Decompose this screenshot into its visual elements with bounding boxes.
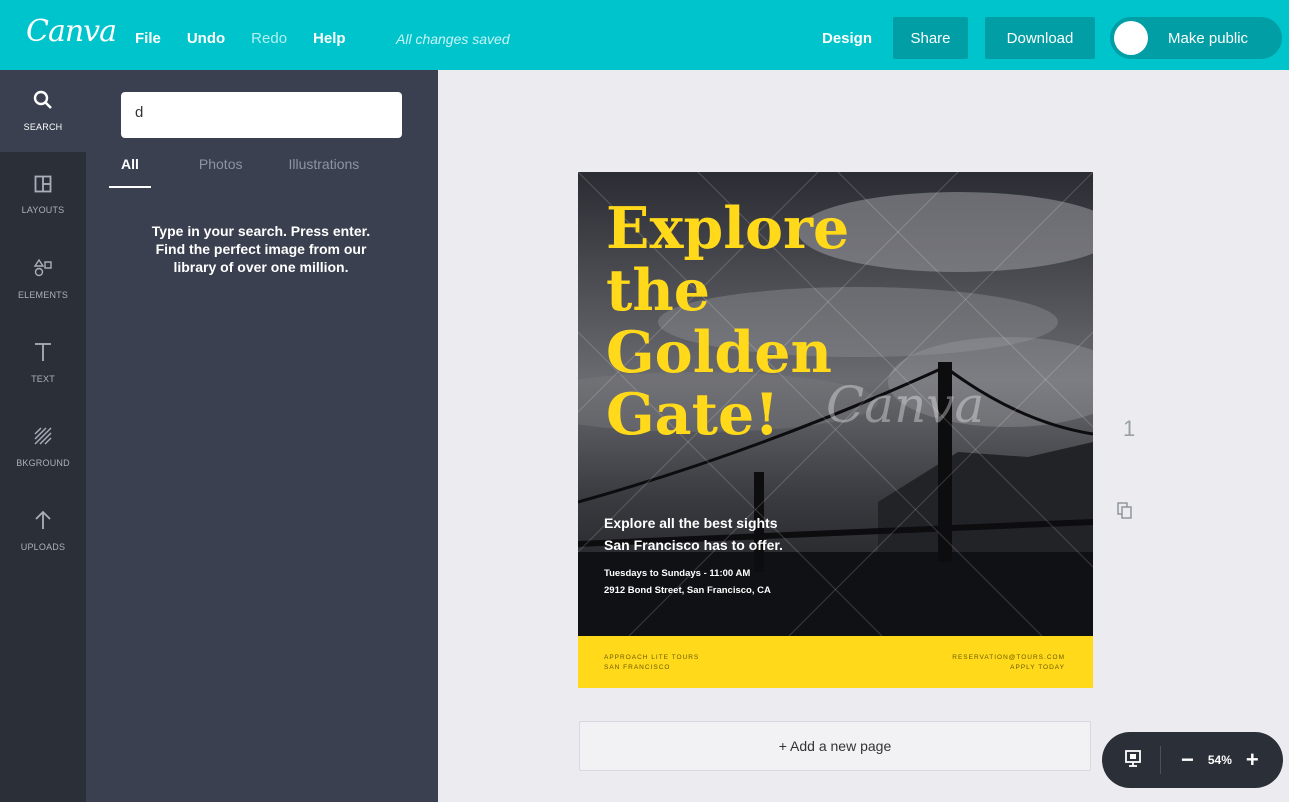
present-icon[interactable] (1124, 749, 1142, 772)
design-footer-strip[interactable]: APPROACH LITE TOURS SAN FRANCISCO RESERV… (578, 636, 1093, 688)
headline-line: the (606, 257, 711, 324)
search-panel: d All Photos Illustrations Type in your … (86, 70, 438, 802)
text-icon (34, 342, 52, 368)
footer-left-text: APPROACH LITE TOURS SAN FRANCISCO (604, 653, 699, 673)
subtitle-line: San Francisco has to offer. (604, 537, 783, 553)
search-input[interactable]: d (121, 92, 402, 138)
toggle-knob (1114, 21, 1148, 55)
zoom-out-button[interactable]: − (1181, 747, 1194, 773)
footer-line: SAN FRANCISCO (604, 664, 671, 671)
duplicate-page-icon[interactable] (1117, 502, 1133, 525)
make-public-label: Make public (1168, 29, 1249, 47)
main-menu: File Undo Redo Help (135, 30, 372, 47)
details-line: Tuesdays to Sundays - 11:00 AM (604, 568, 751, 579)
rail-label: SEARCH (23, 122, 63, 132)
add-page-button[interactable]: + Add a new page (579, 721, 1091, 771)
rail-label: TEXT (31, 374, 55, 384)
search-hint: Type in your search. Press enter. Find t… (151, 223, 371, 275)
footer-line: APPLY TODAY (1010, 664, 1065, 671)
layouts-icon (34, 175, 52, 199)
search-tabs: All Photos Illustrations (109, 156, 359, 188)
share-button[interactable]: Share (893, 17, 968, 59)
design-subtitle[interactable]: Explore all the best sights San Francisc… (604, 512, 783, 556)
search-icon (33, 90, 53, 116)
rail-item-uploads[interactable]: UPLOADS (0, 490, 86, 572)
details-line: 2912 Bond Street, San Francisco, CA (604, 585, 771, 596)
rail-item-background[interactable]: BKGROUND (0, 406, 86, 488)
headline-line: Golden (606, 319, 832, 386)
tab-photos[interactable]: Photos (199, 156, 243, 188)
file-menu[interactable]: File (135, 30, 161, 47)
side-rail: SEARCH LAYOUTS ELEMENTS TEXT BKGROUND UP… (0, 70, 86, 802)
help-menu[interactable]: Help (313, 30, 346, 47)
background-icon (33, 426, 53, 452)
tab-illustrations[interactable]: Illustrations (288, 156, 359, 188)
make-public-toggle[interactable]: Make public (1110, 17, 1282, 59)
footer-line: APPROACH LITE TOURS (604, 654, 700, 661)
design-canvas[interactable]: Explore the Golden Gate! Canva Explore a… (578, 172, 1093, 688)
tab-all[interactable]: All (109, 156, 151, 188)
rail-item-search[interactable]: SEARCH (0, 70, 86, 152)
elements-icon (33, 258, 53, 284)
design-headline[interactable]: Explore the Golden Gate! (606, 198, 849, 446)
rail-label: UPLOADS (20, 542, 66, 552)
redo-button[interactable]: Redo (251, 30, 287, 47)
headline-line: Gate! (606, 381, 780, 448)
page-number: 1 (1123, 416, 1136, 441)
zoom-divider (1160, 746, 1161, 774)
subtitle-line: Explore all the best sights (604, 515, 778, 531)
canva-watermark: Canva (826, 376, 985, 434)
save-status: All changes saved (396, 31, 510, 47)
download-button[interactable]: Download (985, 17, 1095, 59)
upload-icon (34, 510, 52, 536)
rail-item-elements[interactable]: ELEMENTS (0, 238, 86, 320)
design-details[interactable]: Tuesdays to Sundays - 11:00 AM 2912 Bond… (604, 565, 771, 599)
footer-right-text: RESERVATION@TOURS.COM APPLY TODAY (952, 653, 1065, 673)
zoom-controls: − 54% + (1102, 732, 1283, 788)
rail-label: LAYOUTS (21, 205, 65, 215)
canva-logo[interactable]: Canva (26, 14, 117, 49)
rail-label: BKGROUND (16, 458, 70, 468)
rail-item-layouts[interactable]: LAYOUTS (0, 154, 86, 236)
top-bar: Canva File Undo Redo Help All changes sa… (0, 0, 1289, 70)
footer-line: RESERVATION@TOURS.COM (952, 654, 1065, 661)
headline-line: Explore (606, 195, 850, 262)
undo-button[interactable]: Undo (187, 30, 225, 47)
zoom-level: 54% (1207, 753, 1232, 767)
design-label[interactable]: Design (822, 30, 872, 47)
rail-item-text[interactable]: TEXT (0, 322, 86, 404)
rail-label: ELEMENTS (17, 290, 69, 300)
zoom-in-button[interactable]: + (1246, 747, 1259, 773)
